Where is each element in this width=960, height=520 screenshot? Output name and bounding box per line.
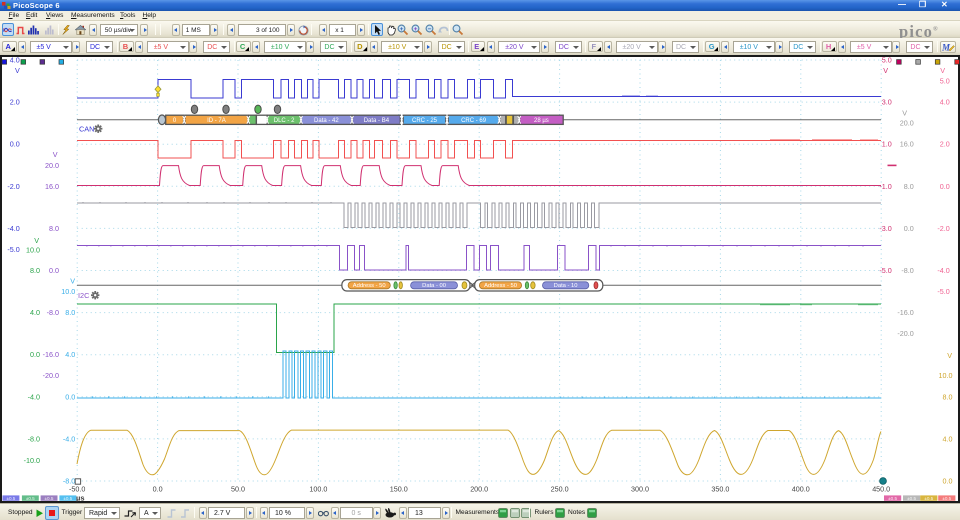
svg-text:-8.0: -8.0 — [47, 308, 59, 317]
svg-text:-8.0: -8.0 — [28, 434, 40, 443]
svg-text:350.0: 350.0 — [711, 485, 729, 494]
svg-text:10.0: 10.0 — [939, 371, 953, 380]
svg-text:±0.5: ±0.5 — [26, 496, 35, 501]
svg-text:200.0: 200.0 — [470, 485, 488, 494]
svg-text:450.0: 450.0 — [872, 485, 890, 494]
svg-text:-5.0: -5.0 — [879, 266, 891, 275]
svg-text:-5.0: -5.0 — [7, 245, 19, 254]
svg-text:50.0: 50.0 — [231, 485, 245, 494]
svg-text:±0.5: ±0.5 — [907, 496, 916, 501]
svg-text:0.0: 0.0 — [10, 140, 20, 149]
svg-text:0.0: 0.0 — [940, 182, 950, 191]
svg-text:±0.5: ±0.5 — [942, 496, 951, 501]
svg-text:400.0: 400.0 — [792, 485, 810, 494]
svg-text:10.0: 10.0 — [61, 287, 75, 296]
svg-text:Data - 10: Data - 10 — [554, 283, 578, 289]
svg-text:DLC - 2: DLC - 2 — [274, 118, 295, 124]
svg-text:I2C: I2C — [78, 291, 89, 300]
svg-text:-3.0: -3.0 — [879, 224, 891, 233]
svg-text:-16.0: -16.0 — [43, 350, 59, 359]
svg-text:1.0: 1.0 — [882, 140, 892, 149]
svg-text:4.0: 4.0 — [940, 98, 950, 107]
svg-text:8.0: 8.0 — [943, 392, 953, 401]
svg-text:±0.5: ±0.5 — [924, 496, 933, 501]
svg-text:+: + — [400, 26, 404, 33]
svg-text:16.0: 16.0 — [900, 140, 914, 149]
svg-text:±0.5: ±0.5 — [888, 496, 897, 501]
svg-text:4.0: 4.0 — [30, 308, 40, 317]
svg-text:±0.5: ±0.5 — [63, 496, 72, 501]
svg-text:20.0: 20.0 — [45, 161, 59, 170]
svg-text:V: V — [883, 66, 888, 75]
svg-text:8.0: 8.0 — [904, 182, 914, 191]
svg-text:V: V — [53, 150, 58, 159]
svg-text:-50.0: -50.0 — [69, 485, 85, 494]
svg-text:-2.0: -2.0 — [937, 224, 949, 233]
svg-text:V: V — [940, 66, 945, 75]
svg-text:ID - 7A: ID - 7A — [207, 118, 226, 124]
svg-text:16.0: 16.0 — [45, 182, 59, 191]
svg-text:150.0: 150.0 — [390, 485, 408, 494]
svg-text:-4.0: -4.0 — [63, 434, 75, 443]
svg-text:Data - 42: Data - 42 — [314, 118, 339, 124]
svg-text:±0.5: ±0.5 — [45, 496, 54, 501]
svg-text:8.0: 8.0 — [65, 308, 75, 317]
svg-text:2.0: 2.0 — [940, 140, 950, 149]
svg-text:CRC - 69: CRC - 69 — [461, 118, 487, 124]
svg-text:300.0: 300.0 — [631, 485, 649, 494]
svg-text:100.0: 100.0 — [309, 485, 327, 494]
svg-text:0.0: 0.0 — [30, 350, 40, 359]
svg-text:−: − — [427, 26, 431, 33]
svg-text:-2.0: -2.0 — [7, 182, 19, 191]
svg-text:4.0: 4.0 — [65, 350, 75, 359]
svg-text:-4.0: -4.0 — [7, 224, 19, 233]
svg-text:Address - 50: Address - 50 — [484, 283, 517, 289]
svg-text:8.0: 8.0 — [30, 266, 40, 275]
svg-text:V: V — [34, 236, 39, 245]
svg-text:250.0: 250.0 — [551, 485, 569, 494]
svg-text:4.0: 4.0 — [943, 434, 953, 443]
svg-text:0.0: 0.0 — [49, 266, 59, 275]
svg-text:-5.0: -5.0 — [937, 287, 949, 296]
svg-text:V: V — [15, 66, 20, 75]
svg-text:0.0: 0.0 — [943, 477, 953, 486]
svg-text:-4.0: -4.0 — [937, 266, 949, 275]
svg-text:10.0: 10.0 — [26, 245, 40, 254]
svg-text:-4.0: -4.0 — [28, 392, 40, 401]
svg-text:Address - 50: Address - 50 — [353, 283, 386, 289]
svg-text:3.0: 3.0 — [882, 98, 892, 107]
svg-text:Data - 00: Data - 00 — [422, 283, 446, 289]
svg-text:28 µs: 28 µs — [534, 118, 549, 124]
svg-text:-16.0: -16.0 — [897, 308, 913, 317]
svg-text:V: V — [902, 108, 907, 117]
svg-text:2.0: 2.0 — [10, 98, 20, 107]
svg-text:Data - B4: Data - B4 — [364, 118, 390, 124]
svg-text:0.0: 0.0 — [153, 485, 163, 494]
svg-text:±0.5: ±0.5 — [6, 496, 15, 501]
svg-text:-8.0: -8.0 — [901, 266, 913, 275]
svg-text:5.0: 5.0 — [940, 76, 950, 85]
svg-text:+: + — [414, 26, 418, 33]
svg-text:4.0: 4.0 — [10, 56, 20, 65]
svg-text:-1.0: -1.0 — [879, 182, 891, 191]
svg-text:8.0: 8.0 — [49, 224, 59, 233]
svg-text:-20.0: -20.0 — [43, 371, 59, 380]
svg-text:5.0: 5.0 — [882, 56, 892, 65]
svg-text:-20.0: -20.0 — [897, 329, 913, 338]
svg-text:-10.0: -10.0 — [24, 456, 40, 465]
svg-text:µs: µs — [76, 494, 85, 503]
svg-text:V: V — [70, 276, 75, 285]
svg-text:V: V — [947, 351, 952, 360]
svg-text:20.0: 20.0 — [900, 119, 914, 128]
svg-text:CAN: CAN — [79, 124, 94, 133]
svg-text:0.0: 0.0 — [65, 392, 75, 401]
svg-text:0.0: 0.0 — [904, 224, 914, 233]
svg-text:CRC - 25: CRC - 25 — [412, 118, 438, 124]
